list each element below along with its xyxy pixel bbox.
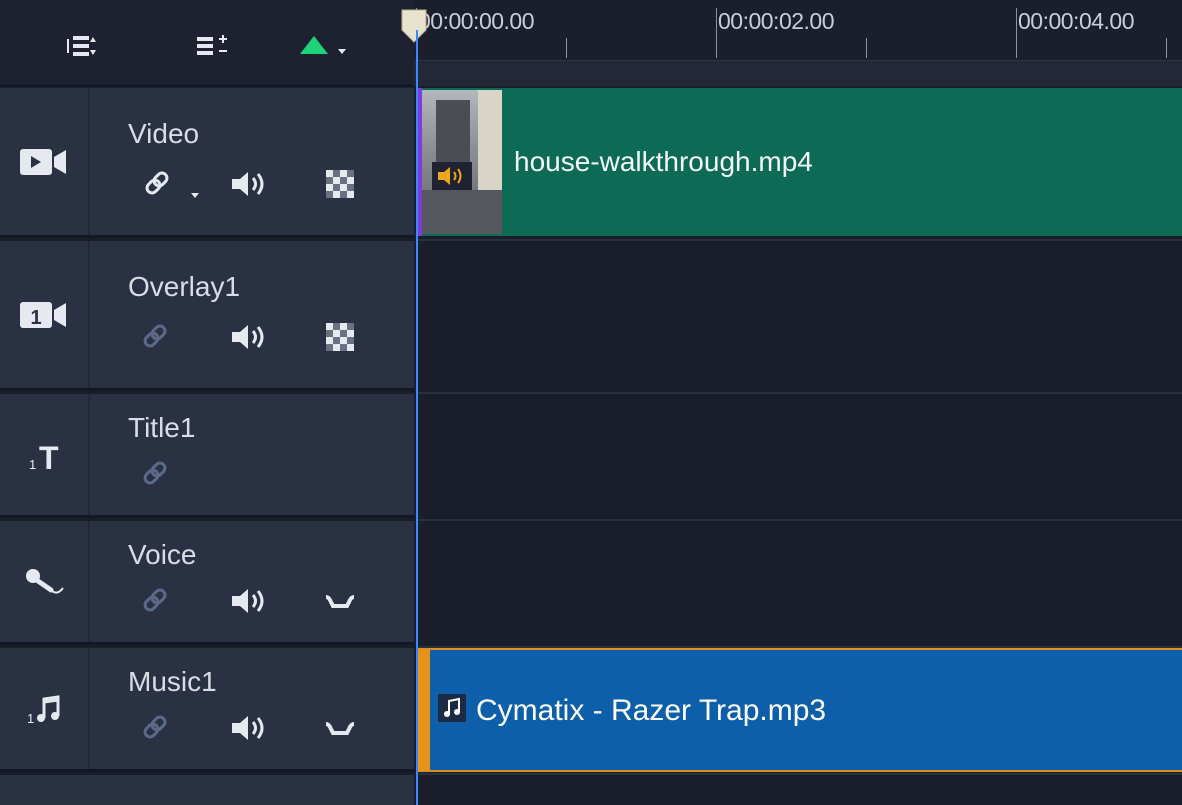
lane-empty[interactable] <box>416 775 1182 805</box>
link-icon <box>145 171 199 198</box>
track-header-music1[interactable]: 1 Music1 <box>0 648 414 772</box>
track-icon-cell <box>0 521 90 642</box>
mute-button[interactable] <box>230 710 270 746</box>
video-clip[interactable]: house-walkthrough.mp4 <box>418 88 1182 236</box>
svg-text:T: T <box>39 440 59 475</box>
link-icon <box>143 461 167 485</box>
track-icon-cell: 1 T <box>0 394 90 515</box>
ruler-tick-label: 00:00:00.00 <box>418 8 535 34</box>
wave-icon <box>325 595 355 608</box>
add-remove-chapter-icon <box>197 35 227 55</box>
track-icon-cell: 1 <box>0 241 90 388</box>
link-button[interactable] <box>136 319 176 355</box>
ruler-tick-label: 00:00:04.00 <box>1018 8 1135 34</box>
add-remove-chapter-button[interactable] <box>194 30 230 62</box>
track-manager-button[interactable] <box>64 30 100 62</box>
clip-left-edge <box>418 88 422 236</box>
title-t-icon: 1 T <box>29 440 59 475</box>
ruler-tick-label: 00:00:02.00 <box>718 8 835 34</box>
video-camera-icon <box>20 148 66 175</box>
link-icon <box>143 588 167 612</box>
audio-ducking-button[interactable] <box>320 710 360 746</box>
track-name: Overlay1 <box>128 271 241 302</box>
wave-icon <box>325 722 355 735</box>
transparency-button[interactable] <box>320 166 360 202</box>
link-dropdown-button[interactable] <box>136 166 206 202</box>
microphone-icon <box>26 568 64 594</box>
transparency-button[interactable] <box>320 319 360 355</box>
overlay-camera-icon: 1 <box>20 301 66 329</box>
mute-button[interactable] <box>230 583 270 619</box>
clip-trim-handle[interactable] <box>418 650 430 770</box>
track-name: Voice <box>128 539 197 570</box>
clip-music-note-icon <box>438 694 466 722</box>
playhead-marker-icon[interactable] <box>400 8 428 44</box>
music-note-icon: 1 <box>27 694 60 726</box>
track-header-video[interactable]: Video <box>0 88 414 238</box>
link-button[interactable] <box>136 456 176 492</box>
green-triangle-menu-button[interactable] <box>298 30 354 62</box>
track-manager-icon <box>67 36 96 56</box>
track-name: Title1 <box>128 412 196 443</box>
speaker-icon <box>232 716 264 740</box>
playhead-line[interactable] <box>416 30 418 805</box>
link-button[interactable] <box>136 710 176 746</box>
svg-text:1: 1 <box>27 711 34 726</box>
track-header-title1[interactable]: 1 T Title1 <box>0 394 414 518</box>
ruler-scrub-bar[interactable] <box>414 60 1182 86</box>
clip-audio-speaker-icon <box>432 162 472 190</box>
clip-name: Cymatix - Razer Trap.mp3 <box>476 694 827 727</box>
mute-button[interactable] <box>230 319 270 355</box>
speaker-icon <box>232 589 264 613</box>
ruler-minor-tick <box>1166 38 1167 58</box>
green-triangle-menu-icon <box>300 36 346 54</box>
speaker-icon <box>232 325 264 349</box>
track-header-voice[interactable]: Voice <box>0 521 414 645</box>
track-icon-cell: 1 <box>0 648 90 769</box>
track-name: Music1 <box>128 666 217 697</box>
lane-overlay1[interactable] <box>416 241 1182 394</box>
audio-ducking-button[interactable] <box>320 583 360 619</box>
music-clip[interactable]: Cymatix - Razer Trap.mp3 <box>418 648 1182 772</box>
link-icon <box>143 324 167 348</box>
lane-voice[interactable] <box>416 521 1182 648</box>
clip-name: house-walkthrough.mp4 <box>514 146 813 177</box>
checker-icon <box>326 323 354 351</box>
checker-icon <box>326 170 354 198</box>
svg-text:1: 1 <box>30 307 41 329</box>
track-name: Video <box>128 118 200 149</box>
timeline-ruler[interactable]: 00:00:00.00 00:00:02.00 00:00:04.00 <box>401 0 1182 60</box>
ruler-minor-tick <box>566 38 567 58</box>
ruler-major-tick <box>1016 8 1017 58</box>
track-header-empty <box>0 775 414 805</box>
ruler-minor-tick <box>866 38 867 58</box>
ruler-major-tick <box>716 8 717 58</box>
track-header-overlay1[interactable]: 1 Overlay1 <box>0 241 414 391</box>
link-icon <box>143 715 167 739</box>
timeline-toolbar <box>0 0 414 86</box>
speaker-icon <box>232 172 264 196</box>
track-icon-cell <box>0 88 90 235</box>
svg-text:1: 1 <box>29 457 36 472</box>
lane-title1[interactable] <box>416 394 1182 521</box>
link-button[interactable] <box>136 583 176 619</box>
mute-button[interactable] <box>230 166 270 202</box>
